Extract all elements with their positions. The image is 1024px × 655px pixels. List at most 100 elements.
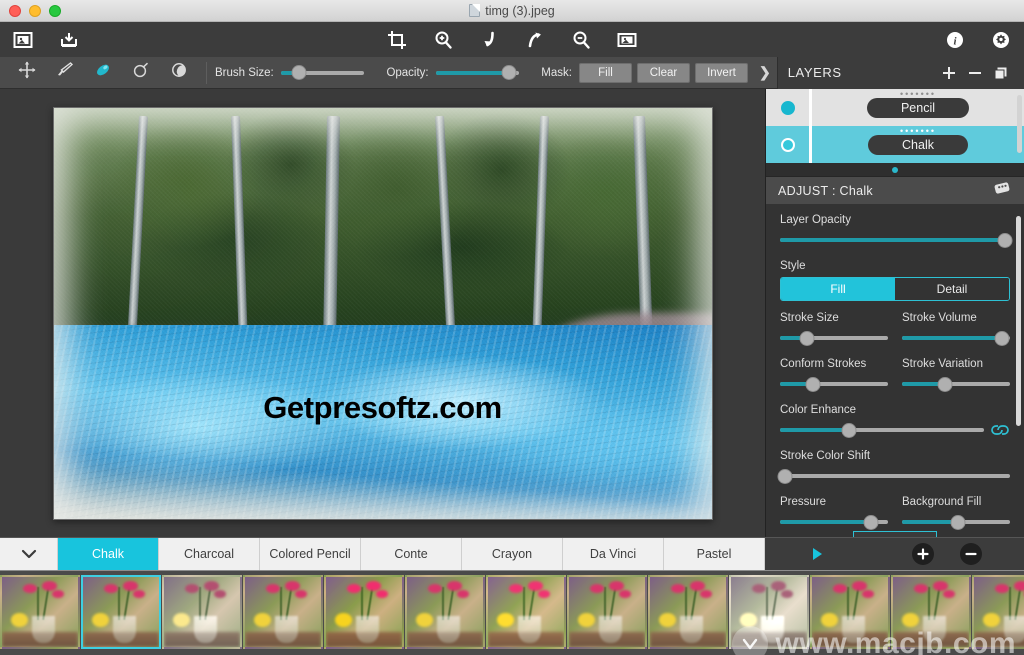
preset-chalk-05[interactable]: Chalk 05 [324, 575, 404, 655]
conform-strokes-knob[interactable] [805, 376, 821, 392]
canvas-area[interactable]: Getpresoftz.com [0, 89, 765, 537]
info-icon: i [945, 30, 965, 50]
save-image-button[interactable] [46, 22, 92, 57]
adjust-panel-scrollbar[interactable] [1016, 216, 1021, 426]
stroke-variation-label: Stroke Variation [902, 358, 983, 370]
paintbrush-icon [55, 60, 75, 85]
pressure-knob[interactable] [863, 514, 879, 530]
undo-button[interactable] [466, 22, 512, 57]
tab-chalk[interactable]: Chalk [58, 538, 159, 570]
preset-thumbnail-image [810, 575, 890, 649]
layer-row-pencil[interactable]: ••••••• Pencil [766, 89, 1024, 126]
layer-list-scrollbar[interactable] [1017, 95, 1022, 153]
remove-preset-button[interactable] [959, 543, 982, 565]
mask-clear-button[interactable]: Clear [636, 62, 690, 83]
smudge-tool[interactable] [84, 58, 122, 88]
preferences-button[interactable] [978, 22, 1024, 57]
background-fill-control: Background Fill [902, 496, 1010, 531]
link-icon[interactable] [990, 423, 1010, 437]
clone-tool[interactable] [160, 58, 198, 88]
toolbar-right-group: i [932, 22, 1024, 57]
preset-chalk-01[interactable]: Chalk 01 [0, 575, 80, 655]
preset-chalk-06[interactable]: Chalk 06 [405, 575, 485, 655]
tab-pastel[interactable]: Pastel [664, 538, 765, 570]
window-titlebar: timg (3).jpeg [0, 0, 1024, 22]
pressure-control: Pressure [780, 496, 888, 531]
color-enhance-slider[interactable] [780, 421, 984, 439]
save-tray-icon [59, 30, 79, 50]
info-button[interactable]: i [932, 22, 978, 57]
brush-size-slider[interactable] [280, 64, 365, 82]
opacity-knob[interactable] [501, 65, 517, 80]
layer-visibility-toggle-pencil[interactable] [766, 100, 809, 115]
redo-button[interactable] [512, 22, 558, 57]
preset-chalk-12[interactable]: Chalk 12 [891, 575, 971, 655]
stroke-variation-knob[interactable] [937, 376, 953, 392]
pressure-slider[interactable] [780, 513, 888, 531]
preset-chalk-10[interactable]: Chalk 10 [729, 575, 809, 655]
fit-image-button[interactable] [604, 22, 650, 57]
dice-icon[interactable] [992, 178, 1012, 203]
preset-chalk-13[interactable]: Chalk 13 [972, 575, 1024, 655]
preset-tab-bar: Chalk Charcoal Colored Pencil Conte Cray… [0, 537, 1024, 571]
stroke-variation-slider[interactable] [902, 375, 1010, 393]
preset-chalk-03[interactable]: Chalk 03 [162, 575, 242, 655]
stroke-volume-slider[interactable] [902, 329, 1010, 347]
preset-thumbnail-strip[interactable]: Chalk 01 Chalk 02 [0, 571, 1024, 655]
preset-chalk-08[interactable]: Chalk 08 [567, 575, 647, 655]
background-fill-knob[interactable] [950, 514, 966, 530]
stroke-variation-control: Stroke Variation [902, 358, 1010, 393]
layer-row-chalk[interactable]: ••••••• Chalk [766, 126, 1024, 163]
remove-layer-button[interactable] [962, 60, 988, 86]
tab-da-vinci[interactable]: Da Vinci [563, 538, 664, 570]
add-layer-button[interactable] [936, 60, 962, 86]
brush-tool[interactable] [46, 58, 84, 88]
layer-page-dot-icon[interactable] [892, 166, 898, 173]
preset-chalk-07[interactable]: Chalk 07 [486, 575, 566, 655]
stroke-size-knob[interactable] [799, 330, 815, 346]
artboard[interactable]: Getpresoftz.com [52, 106, 713, 520]
crop-button[interactable] [374, 22, 420, 57]
stroke-size-slider[interactable] [780, 329, 888, 347]
layer-opacity-slider[interactable] [780, 231, 1013, 249]
layer-visibility-toggle-chalk[interactable] [766, 137, 809, 152]
mask-invert-button[interactable]: Invert [694, 62, 748, 83]
pan-tool[interactable] [8, 58, 46, 88]
brush-size-knob[interactable] [291, 65, 307, 80]
play-button[interactable] [765, 538, 869, 570]
layer-name-chalk[interactable]: Chalk [868, 134, 968, 155]
layer-name-pencil[interactable]: Pencil [866, 97, 970, 118]
options-more-chevron-icon[interactable]: ❯ [753, 64, 777, 81]
preset-chalk-04[interactable]: Chalk 04 [243, 575, 323, 655]
zoom-out-button[interactable] [558, 22, 604, 57]
layer-opacity-knob[interactable] [997, 232, 1013, 248]
duplicate-layer-button[interactable] [988, 60, 1014, 86]
right-panel: ••••••• Pencil ••••••• Chalk ADJUST : Ch… [765, 89, 1024, 537]
preset-chalk-09[interactable]: Chalk 09 [648, 575, 728, 655]
tab-conte[interactable]: Conte [361, 538, 462, 570]
opacity-slider[interactable] [435, 64, 520, 82]
mask-fill-button[interactable]: Fill [578, 62, 632, 83]
preset-thumbnail-image [648, 575, 728, 649]
zoom-in-button[interactable] [420, 22, 466, 57]
preset-chalk-11[interactable]: Chalk 11 [810, 575, 890, 655]
eraser-tool[interactable] [122, 58, 160, 88]
background-fill-slider[interactable] [902, 513, 1010, 531]
open-image-button[interactable] [0, 22, 46, 57]
add-preset-button[interactable] [911, 543, 934, 565]
stroke-volume-knob[interactable] [994, 330, 1010, 346]
stroke-color-shift-knob[interactable] [777, 468, 793, 484]
preset-collapse-button[interactable] [0, 538, 58, 570]
conform-strokes-slider[interactable] [780, 375, 888, 393]
stroke-color-shift-slider[interactable] [777, 467, 1010, 485]
tab-crayon[interactable]: Crayon [462, 538, 563, 570]
partially-hidden-button[interactable] [853, 531, 937, 537]
tab-colored-pencil[interactable]: Colored Pencil [260, 538, 361, 570]
style-detail-tab[interactable]: Detail [895, 278, 1009, 300]
tab-charcoal[interactable]: Charcoal [159, 538, 260, 570]
style-fill-tab[interactable]: Fill [781, 278, 895, 300]
layers-panel-header: LAYERS [776, 56, 1024, 89]
preset-chalk-02[interactable]: Chalk 02 [81, 575, 161, 655]
color-enhance-knob[interactable] [841, 422, 857, 438]
preset-artwork [83, 577, 159, 647]
